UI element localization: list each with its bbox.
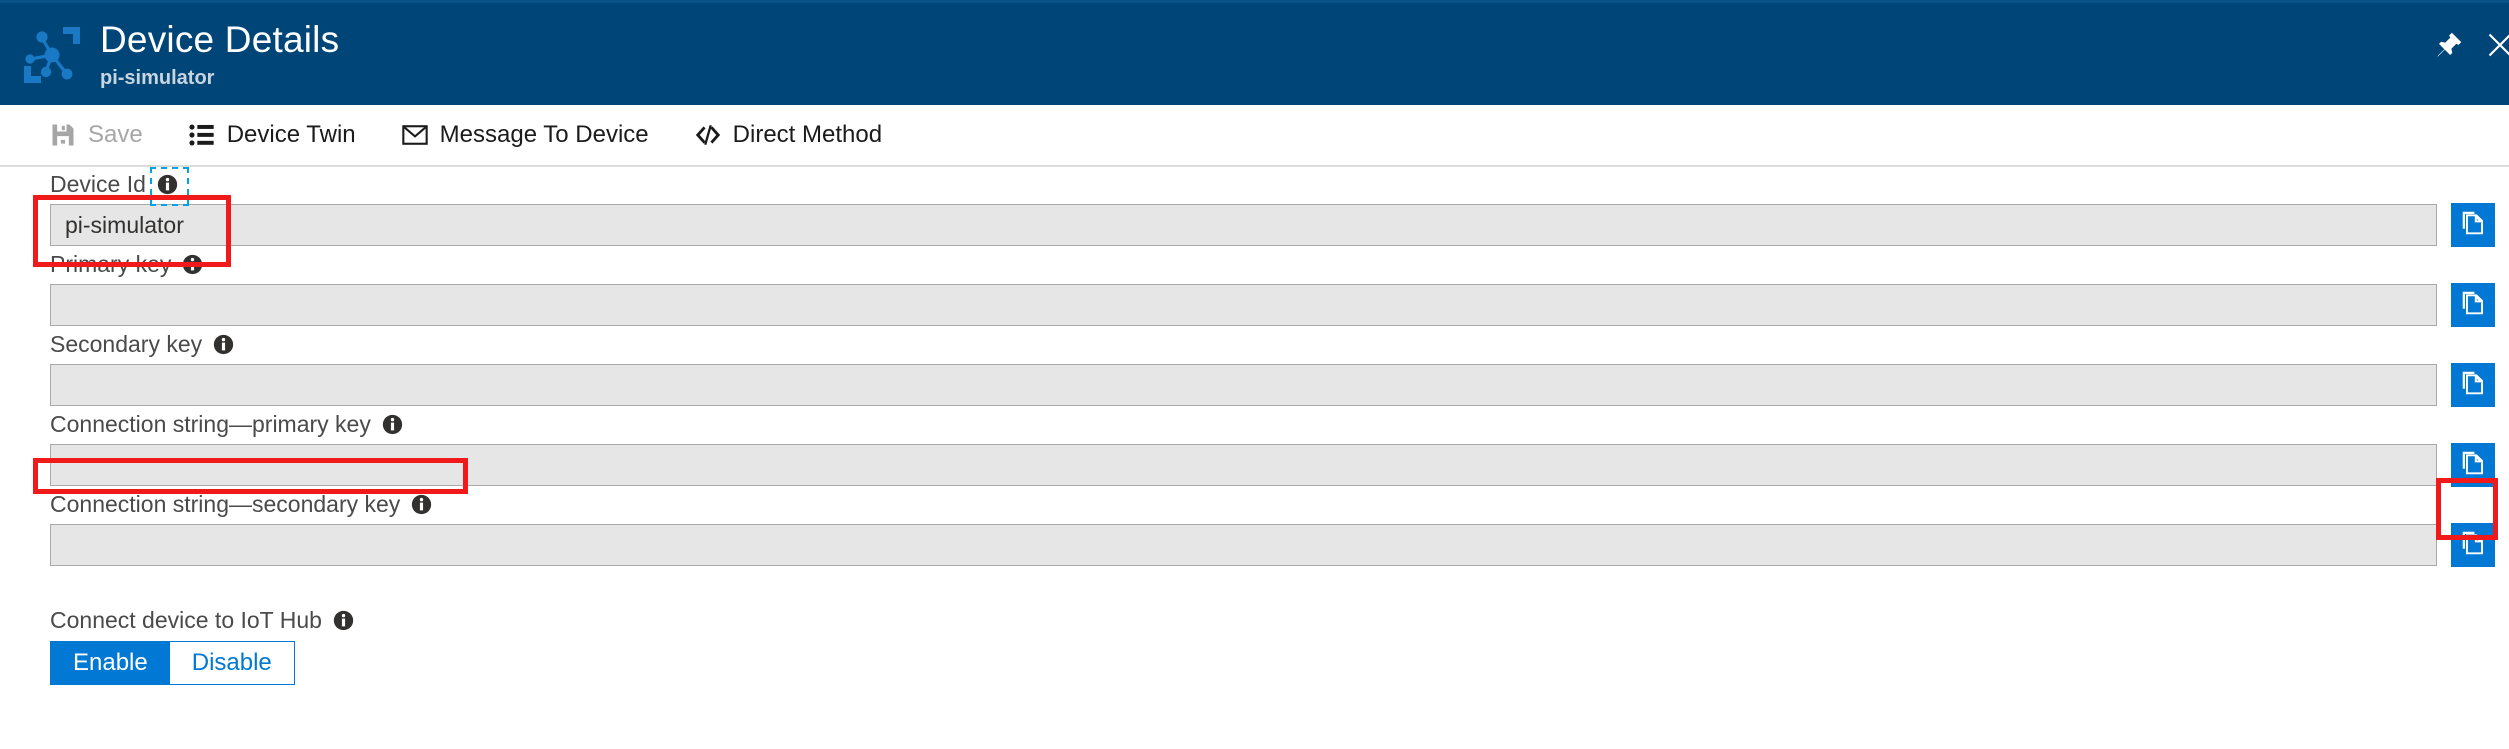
connect-device-toggle-section: Connect device to IoT Hub Enable Disable xyxy=(0,603,2509,685)
close-button[interactable] xyxy=(2477,23,2509,71)
pin-button[interactable] xyxy=(2421,23,2477,71)
copy-icon xyxy=(2460,449,2487,481)
connection-string-secondary-key-label: Connection string—secondary key xyxy=(50,491,401,517)
field-connection-string-primary-key: Connection string—primary key xyxy=(0,407,2509,487)
copy-connection-string-primary-key-button[interactable] xyxy=(2451,443,2495,487)
field-device-id: Device Id xyxy=(0,166,2509,247)
device-twin-button[interactable]: Device Twin xyxy=(187,113,356,157)
info-icon[interactable] xyxy=(382,414,403,435)
envelope-icon xyxy=(400,120,430,150)
header-title-group: Device Details pi-simulator xyxy=(100,17,339,91)
info-icon[interactable] xyxy=(149,166,189,206)
page-title: Device Details xyxy=(100,19,340,60)
close-icon xyxy=(2485,30,2509,65)
header-actions xyxy=(2421,23,2509,71)
connection-string-secondary-key-label-row: Connection string—secondary key xyxy=(0,487,2509,521)
save-floppy-icon xyxy=(48,120,78,150)
info-icon[interactable] xyxy=(411,494,432,515)
device-id-label: Device Id xyxy=(50,171,146,197)
connect-device-label: Connect device to IoT Hub xyxy=(50,607,322,633)
connection-string-primary-key-input[interactable] xyxy=(50,444,2437,486)
primary-key-input[interactable] xyxy=(50,284,2437,326)
device-details-form: Device Id pi-simulator Primary key Secon… xyxy=(0,166,2509,685)
primary-key-label-row: Primary key xyxy=(0,247,2509,281)
secondary-key-input[interactable] xyxy=(50,364,2437,406)
copy-icon xyxy=(2460,289,2487,321)
secondary-key-input-row xyxy=(0,363,2509,407)
device-details-blade: Device Details pi-simulator Save Device … xyxy=(0,0,2509,749)
toggle-option-disable[interactable]: Disable xyxy=(169,642,294,684)
field-primary-key: Primary key xyxy=(0,247,2509,327)
device-id-label-row: Device Id xyxy=(0,166,2509,206)
primary-key-input-row xyxy=(0,283,2509,327)
list-icon xyxy=(187,120,217,150)
blade-header: Device Details pi-simulator xyxy=(0,0,2509,105)
info-icon[interactable] xyxy=(213,334,234,355)
connection-string-primary-key-input-row xyxy=(0,443,2509,487)
secondary-key-label: Secondary key xyxy=(50,331,203,357)
page-subtitle: pi-simulator xyxy=(100,67,215,89)
device-id-input-row xyxy=(0,203,2509,247)
copy-icon xyxy=(2460,529,2487,561)
connection-string-primary-key-label-row: Connection string—primary key xyxy=(0,407,2509,441)
save-label: Save xyxy=(88,121,143,148)
info-icon[interactable] xyxy=(333,610,354,631)
field-secondary-key: Secondary key xyxy=(0,327,2509,407)
copy-secondary-key-button[interactable] xyxy=(2451,363,2495,407)
field-connection-string-secondary-key: Connection string—secondary key xyxy=(0,487,2509,567)
copy-primary-key-button[interactable] xyxy=(2451,283,2495,327)
copy-connection-string-secondary-key-button[interactable] xyxy=(2451,523,2495,567)
toggle-option-enable[interactable]: Enable xyxy=(51,642,170,684)
copy-icon xyxy=(2460,369,2487,401)
copy-icon xyxy=(2460,209,2487,241)
connection-string-primary-key-label: Connection string—primary key xyxy=(50,411,371,437)
info-icon[interactable] xyxy=(182,254,203,275)
primary-key-label: Primary key xyxy=(50,251,172,277)
device-twin-label: Device Twin xyxy=(226,121,356,148)
secondary-key-label-row: Secondary key xyxy=(0,327,2509,361)
message-to-device-button[interactable]: Message To Device xyxy=(400,113,649,157)
direct-method-button[interactable]: Direct Method xyxy=(693,113,882,157)
connection-string-secondary-key-input[interactable] xyxy=(50,524,2437,566)
message-to-device-label: Message To Device xyxy=(439,121,649,148)
iot-device-network-icon xyxy=(18,21,86,89)
save-button[interactable]: Save xyxy=(48,113,143,157)
connection-string-secondary-key-input-row xyxy=(0,523,2509,567)
connect-device-toggle-group: Enable Disable xyxy=(50,641,295,685)
device-id-input[interactable] xyxy=(50,204,2437,246)
command-bar: Save Device Twin Message To Device Direc… xyxy=(0,105,2509,167)
direct-method-label: Direct Method xyxy=(732,121,883,148)
pin-icon xyxy=(2434,30,2464,65)
connect-device-label-row: Connect device to IoT Hub xyxy=(50,603,2509,637)
copy-device-id-button[interactable] xyxy=(2451,203,2495,247)
code-brackets-icon xyxy=(693,120,723,150)
